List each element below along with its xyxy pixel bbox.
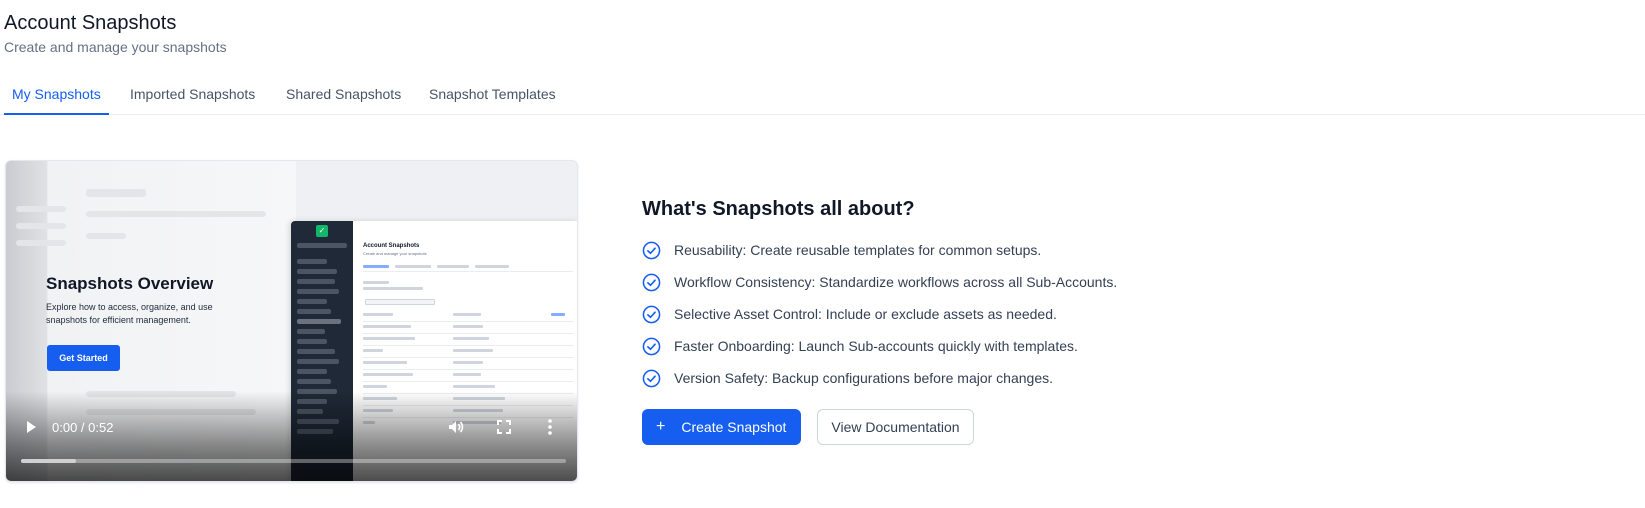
feature-list: Reusability: Create reusable templates f… [642,234,1117,394]
info-title: What's Snapshots all about? [642,198,915,220]
page-header: Account Snapshots Create and manage your… [4,10,227,55]
fullscreen-icon[interactable] [496,419,512,435]
get-started-button[interactable]: Get Started [47,345,120,371]
page-subtitle: Create and manage your snapshots [4,39,227,55]
check-circle-icon [642,305,661,323]
feature-item: Workflow Consistency: Standardize workfl… [642,266,1117,298]
snapshots-info: What's Snapshots all about? Reusability:… [642,198,1117,394]
tab-shared-snapshots[interactable]: Shared Snapshots [278,78,409,115]
feature-text: Reusability: Create reusable templates f… [674,242,1042,258]
feature-text: Version Safety: Backup configurations be… [674,370,1053,386]
play-icon[interactable] [24,420,38,434]
feature-text: Workflow Consistency: Standardize workfl… [674,274,1118,290]
tab-bar: My Snapshots Imported Snapshots Shared S… [0,78,1645,115]
check-logo-icon: ✓ [316,225,328,237]
feature-text: Selective Asset Control: Include or excl… [674,306,1057,322]
check-circle-icon [642,337,661,355]
volume-icon[interactable] [447,418,465,436]
preview-title: Account Snapshots [363,243,420,249]
create-snapshot-label: Create Snapshot [681,419,787,435]
check-circle-icon [642,273,661,291]
check-circle-icon [642,369,661,387]
video-overlay-title: Snapshots Overview [46,274,214,293]
view-documentation-button[interactable]: View Documentation [817,409,974,445]
video-controls: 0:00 / 0:52 [6,391,577,481]
plus-icon: + [656,418,666,435]
feature-item: Selective Asset Control: Include or excl… [642,298,1117,330]
video-overlay-description: Explore how to access, organize, and use… [46,302,213,325]
preview-subtitle: Create and manage your snapshots [363,251,427,256]
video-progress-fill [21,459,76,463]
feature-text: Faster Onboarding: Launch Sub-accounts q… [674,338,1078,354]
tab-my-snapshots[interactable]: My Snapshots [4,78,109,115]
video-progress-bar[interactable] [21,459,566,463]
video-time: 0:00 / 0:52 [52,420,114,435]
feature-item: Reusability: Create reusable templates f… [642,234,1117,266]
overview-video[interactable]: ✓ Account Snapshots Create and manage yo… [5,160,578,482]
tab-snapshot-templates[interactable]: Snapshot Templates [421,78,564,115]
feature-item: Faster Onboarding: Launch Sub-accounts q… [642,330,1117,362]
check-circle-icon [642,241,661,259]
more-vertical-icon[interactable] [546,418,554,436]
page-title: Account Snapshots [4,12,177,34]
action-buttons: + Create Snapshot View Documentation [642,409,974,445]
feature-item: Version Safety: Backup configurations be… [642,362,1117,394]
tab-imported-snapshots[interactable]: Imported Snapshots [122,78,263,115]
create-snapshot-button[interactable]: + Create Snapshot [642,409,802,445]
